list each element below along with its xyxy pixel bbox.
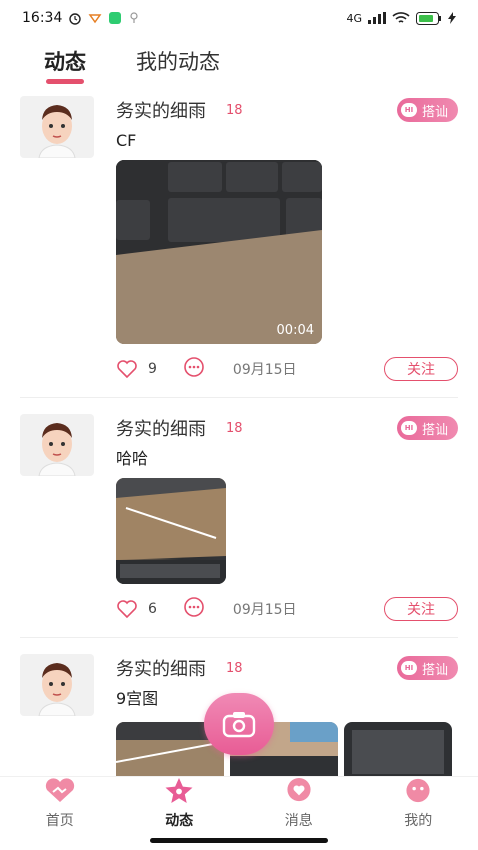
camera-button[interactable]	[204, 693, 274, 755]
avatar[interactable]	[20, 414, 94, 476]
nav-feed[interactable]: 动态	[120, 777, 240, 834]
post-date: 09月15日	[232, 602, 297, 618]
post-text: 哈哈	[116, 449, 149, 468]
status-bar: 16:34 4G	[0, 0, 478, 36]
avatar[interactable]	[20, 96, 94, 158]
chat-button-label: 搭讪	[421, 104, 448, 120]
comment-dots-icon	[184, 597, 204, 617]
username[interactable]: 务实的细雨	[116, 655, 206, 681]
camera-icon	[222, 712, 256, 738]
follow-button[interactable]: 关注	[384, 597, 458, 621]
photo-grid	[116, 722, 458, 776]
chat-button[interactable]: HI 搭讪	[396, 656, 458, 680]
heart-outline-icon	[117, 600, 137, 619]
star-icon	[165, 777, 193, 804]
nav-home-label: 首页	[45, 813, 74, 829]
keyboard-photo-thumbnail	[116, 478, 226, 584]
grid-photo[interactable]	[344, 722, 452, 776]
chat-button[interactable]: HI 搭讪	[396, 98, 458, 122]
age-label: 18	[226, 102, 243, 118]
age-label: 18	[226, 420, 243, 436]
status-time: 16:34	[22, 10, 63, 26]
network-label: 4G	[346, 11, 362, 25]
avatar[interactable]	[20, 654, 94, 716]
post-photo[interactable]	[116, 478, 226, 584]
battery-icon	[416, 11, 441, 25]
nav-messages-label: 消息	[284, 813, 313, 829]
tab-feed[interactable]: 动态	[44, 46, 86, 88]
nav-profile[interactable]: 我的	[359, 777, 478, 834]
feed-list[interactable]: 务实的细雨 18 HI 搭讪 CF 00:04 9 09月15日 关注 务实的细…	[0, 88, 478, 776]
nav-feed-label: 动态	[165, 813, 194, 829]
bottom-nav: 首页 动态 消息 我的	[0, 776, 478, 834]
comment-button[interactable]	[183, 356, 205, 382]
heart-handshake-icon	[45, 778, 74, 802]
like-button[interactable]: 6	[116, 599, 157, 619]
signal-icon	[368, 12, 386, 24]
avatar-face-icon	[38, 423, 76, 476]
post-video[interactable]: 00:04	[116, 160, 322, 344]
grid-photo-thumbnail	[344, 722, 452, 776]
location-icon	[130, 12, 138, 23]
post-text: 9宫图	[116, 689, 159, 708]
nav-profile-label: 我的	[404, 813, 433, 829]
like-count: 9	[148, 361, 157, 377]
age-label: 18	[226, 660, 243, 676]
hi-bubble-icon: HI	[400, 103, 417, 117]
chat-button[interactable]: HI 搭讪	[396, 416, 458, 440]
like-count: 6	[148, 601, 157, 617]
charging-icon	[448, 12, 456, 24]
nav-messages[interactable]: 消息	[239, 777, 359, 834]
face-icon	[406, 778, 430, 803]
post-text: CF	[116, 131, 137, 150]
keyboard-video-thumbnail	[116, 160, 322, 344]
post-card: 务实的细雨 18 HI 搭讪 哈哈 6 09月15日 关注	[20, 398, 458, 638]
comment-dots-icon	[184, 357, 204, 377]
avatar-face-icon	[38, 105, 76, 158]
username[interactable]: 务实的细雨	[116, 97, 206, 123]
username[interactable]: 务实的细雨	[116, 415, 206, 441]
follow-button[interactable]: 关注	[384, 357, 458, 381]
home-indicator	[150, 838, 328, 843]
tab-my-posts[interactable]: 我的动态	[136, 46, 220, 88]
chat-button-label: 搭讪	[421, 662, 448, 678]
avatar-face-icon	[38, 663, 76, 716]
app-notification-icon	[88, 14, 102, 24]
comment-button[interactable]	[183, 596, 205, 622]
post-card: 务实的细雨 18 HI 搭讪 CF 00:04 9 09月15日 关注	[20, 88, 458, 398]
wechat-notification-icon	[109, 12, 122, 24]
message-heart-icon	[287, 777, 311, 802]
chat-button-label: 搭讪	[421, 422, 448, 438]
video-duration: 00:04	[276, 323, 314, 338]
post-date: 09月15日	[232, 362, 297, 378]
nav-home[interactable]: 首页	[0, 777, 120, 834]
wifi-icon	[392, 12, 410, 23]
heart-outline-icon	[117, 360, 137, 379]
hi-bubble-icon: HI	[400, 661, 417, 675]
top-tabs: 动态 我的动态	[0, 36, 478, 88]
hi-bubble-icon: HI	[400, 421, 417, 435]
like-button[interactable]: 9	[116, 359, 157, 379]
alarm-icon	[69, 13, 82, 25]
